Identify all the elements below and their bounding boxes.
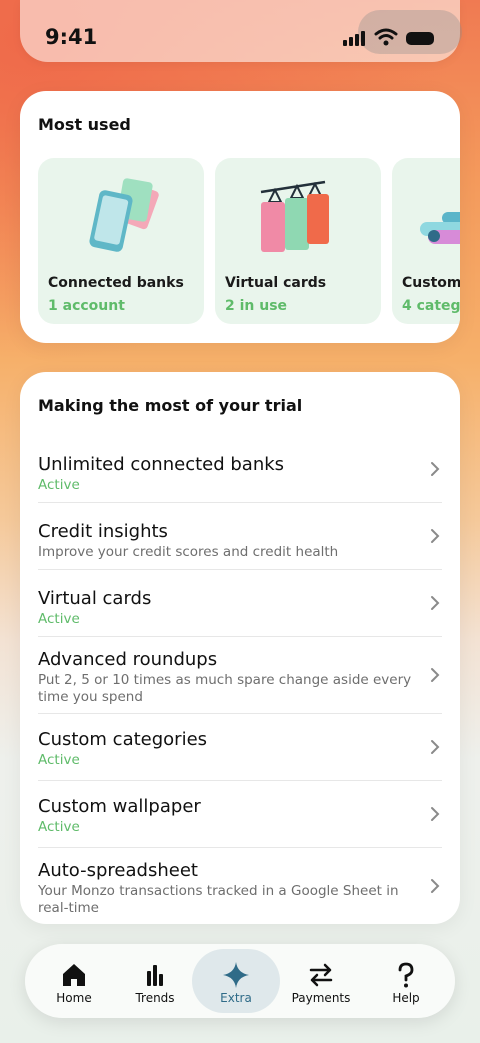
list-item-virtual-cards[interactable]: Virtual cards Active [38, 570, 442, 637]
trial-card: Making the most of your trial Unlimited … [20, 372, 460, 924]
list-item-custom-wallpaper[interactable]: Custom wallpaper Active [38, 781, 442, 848]
category-tags-icon [420, 212, 460, 244]
row-title: Virtual cards [38, 588, 152, 609]
tab-bar: Home Trends Extra Payments Help [25, 944, 455, 1018]
tab-home[interactable]: Home [32, 944, 116, 1018]
tile-sub: 1 account [48, 298, 125, 314]
row-title: Custom categories [38, 729, 208, 750]
list-item-unlimited-connected-banks[interactable]: Unlimited connected banks Active [38, 436, 442, 503]
transfer-arrows-icon [309, 963, 333, 987]
trial-list: Unlimited connected banks Active Credit … [38, 436, 442, 924]
list-item-credit-insights[interactable]: Credit insights Improve your credit scor… [38, 503, 442, 570]
list-item-auto-spreadsheet[interactable]: Auto-spreadsheet Your Monzo transactions… [38, 848, 442, 924]
most-used-tiles: Connected banks 1 account Virtual cards … [38, 158, 460, 324]
tile-sub: 2 in use [225, 298, 288, 314]
sparkle-icon [223, 962, 249, 988]
tile-sub: 4 catego [402, 298, 460, 314]
list-item-advanced-roundups[interactable]: Advanced roundups Put 2, 5 or 10 times a… [38, 637, 442, 714]
hanging-cards-icon [260, 180, 329, 252]
most-used-title: Most used [38, 115, 131, 134]
tab-label: Home [56, 991, 92, 1005]
phone-cards-icon [89, 178, 159, 252]
chevron-right-icon [431, 807, 440, 821]
trial-title: Making the most of your trial [38, 396, 303, 415]
tab-help[interactable]: Help [364, 944, 448, 1018]
chevron-right-icon [431, 596, 440, 610]
tab-trends[interactable]: Trends [113, 944, 197, 1018]
chevron-right-icon [431, 462, 440, 476]
tab-extra[interactable]: Extra [192, 949, 280, 1013]
row-status: Active [38, 752, 80, 768]
tab-payments[interactable]: Payments [279, 944, 363, 1018]
tab-label: Trends [135, 991, 175, 1005]
question-mark-icon [398, 962, 414, 988]
tile-label: Custom c [402, 275, 460, 291]
row-title: Auto-spreadsheet [38, 860, 198, 881]
row-title: Custom wallpaper [38, 796, 201, 817]
chevron-right-icon [431, 879, 440, 893]
chevron-right-icon [431, 668, 440, 682]
row-subtitle: Improve your credit scores and credit he… [38, 544, 339, 560]
row-title: Unlimited connected banks [38, 454, 285, 475]
row-title: Advanced roundups [38, 649, 218, 670]
tab-label: Payments [291, 991, 351, 1005]
cellular-signal-icon [343, 30, 365, 46]
most-used-card: Most used Connected banks 1 account Virt… [20, 91, 460, 343]
battery-icon [406, 32, 434, 45]
bar-chart-icon [147, 965, 163, 986]
tile-label: Virtual cards [225, 275, 327, 291]
tab-label: Extra [220, 991, 252, 1005]
status-time: 9:41 [45, 25, 98, 49]
tile-virtual-cards[interactable]: Virtual cards 2 in use [215, 158, 381, 324]
row-title: Credit insights [38, 521, 168, 542]
wifi-icon [374, 28, 398, 46]
home-icon [63, 964, 85, 986]
row-status: Active [38, 819, 80, 835]
tab-label: Help [392, 991, 420, 1005]
tile-connected-banks[interactable]: Connected banks 1 account [38, 158, 204, 324]
chevron-right-icon [431, 740, 440, 754]
chevron-right-icon [431, 529, 440, 543]
tile-custom-categories[interactable]: Custom c 4 catego [392, 158, 460, 324]
tile-label: Connected banks [48, 275, 184, 291]
row-subtitle: Your Monzo transactions tracked in a Goo… [38, 883, 399, 916]
list-item-custom-categories[interactable]: Custom categories Active [38, 714, 442, 781]
row-status: Active [38, 611, 80, 627]
row-status: Active [38, 477, 80, 493]
row-subtitle: Put 2, 5 or 10 times as much spare chang… [38, 672, 412, 705]
